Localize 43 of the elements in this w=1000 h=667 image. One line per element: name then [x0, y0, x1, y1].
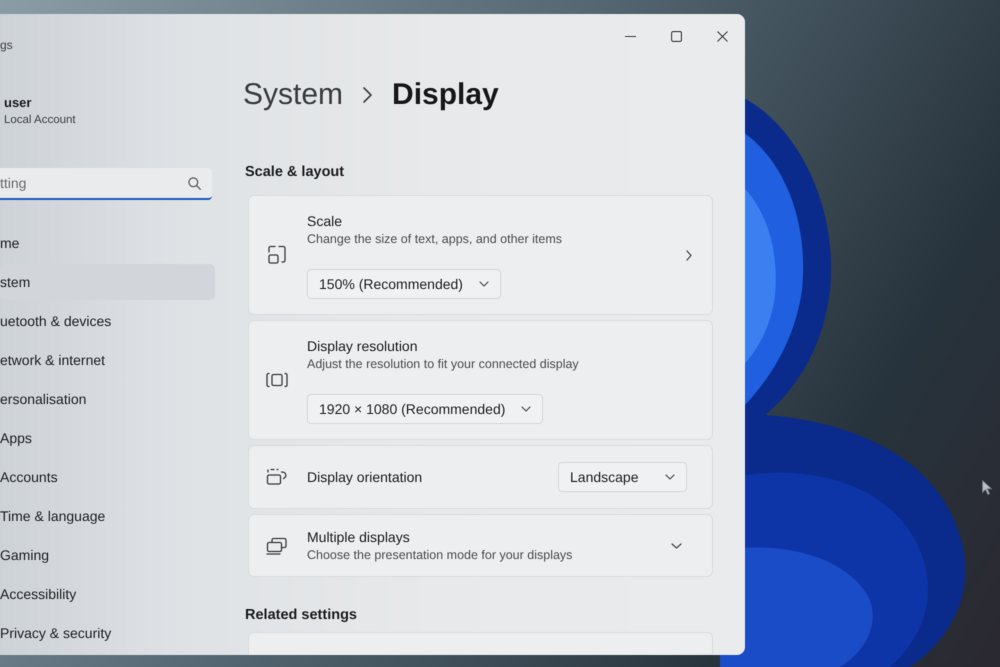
search-field[interactable]: tting	[0, 168, 212, 200]
setting-card[interactable]: Scale Change the size of text, apps, and other items 150% (Recommended)	[248, 195, 713, 315]
caret-icon	[478, 280, 489, 286]
maximize-icon	[670, 30, 682, 42]
card-title: Display orientation	[307, 468, 424, 486]
section-heading: Related settings	[245, 606, 358, 625]
breadcrumb-chevron-icon	[363, 87, 372, 103]
close-icon	[716, 30, 728, 42]
sidebar-item[interactable]: Apps	[0, 420, 215, 456]
search-icon	[188, 177, 201, 190]
sidebar-item[interactable]: uetooth & devices	[0, 303, 215, 339]
card-description: Change the size of text, apps, and other items	[307, 230, 564, 248]
caret-icon	[521, 406, 532, 412]
sidebar-item[interactable]: me	[0, 225, 215, 261]
sidebar-item[interactable]: Accessibility	[0, 576, 215, 612]
dropdown-button[interactable]: Landscape	[558, 462, 687, 492]
account-type: Local Account	[4, 113, 77, 128]
breadcrumb-link[interactable]: System	[243, 75, 344, 115]
sidebar-item[interactable]: stem	[0, 264, 215, 300]
setting-card[interactable]: Multiple displays Choose the presentation mode for your displays	[248, 514, 713, 577]
dropdown-button[interactable]: 150% (Recommended)	[307, 268, 501, 298]
sidebar-item[interactable]: Privacy & security	[0, 615, 215, 651]
card-description: Choose the presentation mode for your displays	[307, 546, 574, 564]
cursor-icon	[982, 480, 992, 495]
sidebar-item[interactable]: Accounts	[0, 459, 215, 495]
caret-icon	[665, 474, 675, 480]
sidebar-item[interactable]: etwork & internet	[0, 342, 215, 378]
card-title: Display resolution	[307, 336, 418, 354]
bracketed-rectangle-icon	[266, 372, 288, 388]
card-title: Multiple displays	[307, 528, 411, 546]
user-name: user	[4, 94, 32, 112]
two-monitors-icon	[266, 536, 288, 554]
sidebar-item[interactable]: Time & language	[0, 498, 215, 534]
section-heading: Scale & layout	[245, 163, 346, 182]
dropdown-button[interactable]: 1920 × 1080 (Recommended)	[307, 394, 544, 424]
card-description: Adjust the resolution to fit your connected display	[307, 356, 580, 372]
screen-rotate-icon	[266, 468, 288, 486]
resize-frame-icon	[267, 245, 287, 265]
window-title: gs	[0, 37, 13, 53]
page-title: Display	[392, 77, 499, 113]
sidebar-item[interactable]: ersonalisation	[0, 381, 215, 417]
card-title: Scale	[307, 212, 344, 230]
sidebar-item[interactable]: Gaming	[0, 537, 215, 573]
